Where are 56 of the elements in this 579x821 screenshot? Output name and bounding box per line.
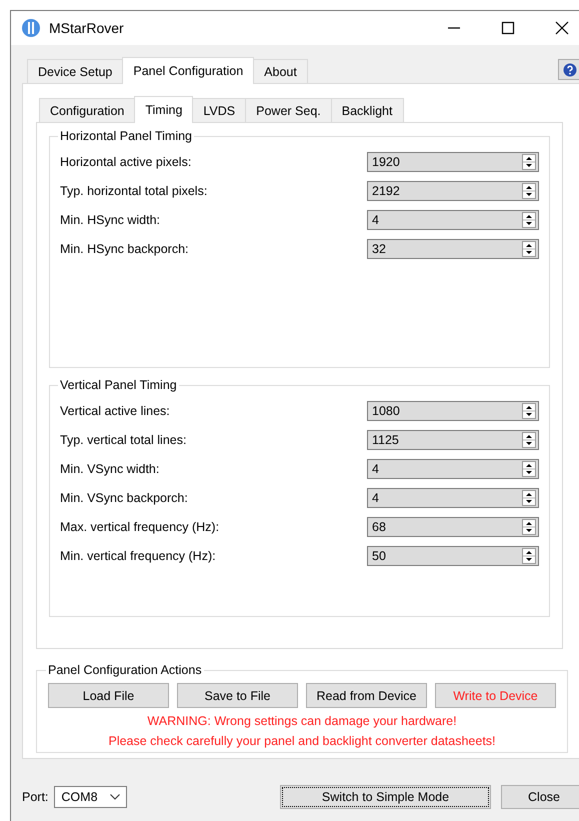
tab[interactable]: Configuration	[39, 98, 136, 122]
field-label: Typ. vertical total lines:	[60, 432, 188, 446]
spin-arrows-icon[interactable]	[522, 460, 536, 476]
spin-arrows-icon[interactable]	[522, 402, 536, 418]
action-button[interactable]: Read from Device	[306, 683, 427, 708]
tab[interactable]: Power Seq.	[245, 98, 332, 122]
spin-arrows-icon[interactable]	[522, 548, 536, 564]
app-logo-icon	[21, 18, 41, 38]
spin-arrows-icon[interactable]	[522, 490, 536, 506]
number-spinbox[interactable]: 1080	[367, 400, 539, 420]
dropdown-caret-icon	[110, 794, 120, 800]
tab[interactable]: Panel Configuration	[122, 57, 254, 84]
number-spinbox[interactable]: 1125	[367, 430, 539, 450]
warning-text: Please check carefully your panel and backlight converter datasheets!	[107, 734, 497, 748]
tab[interactable]: About	[253, 59, 308, 83]
number-spinbox[interactable]: 1920	[367, 152, 539, 172]
action-button[interactable]: Save to File	[177, 683, 298, 708]
tab[interactable]: Timing	[134, 96, 194, 123]
tab[interactable]: Backlight	[330, 98, 404, 122]
footer-button[interactable]: Switch to Simple Mode	[280, 785, 491, 809]
number-spinbox[interactable]: 4	[367, 210, 539, 230]
port-label: Port:	[22, 790, 48, 804]
number-spinbox[interactable]: 32	[367, 238, 539, 258]
group-title: Horizontal Panel Timing	[59, 129, 194, 143]
number-spinbox[interactable]: 4	[367, 488, 539, 508]
warning-text: WARNING: Wrong settings can damage your hardware!	[146, 714, 458, 728]
spin-arrows-icon[interactable]	[522, 212, 536, 228]
spin-arrows-icon[interactable]	[522, 518, 536, 534]
field-label: Min. HSync backporch:	[60, 242, 190, 256]
field-label: Vertical active lines:	[60, 404, 171, 418]
field-label: Horizontal active pixels:	[60, 154, 192, 168]
spin-arrows-icon[interactable]	[522, 240, 536, 256]
field-label: Min. VSync backporch:	[60, 490, 189, 504]
spin-arrows-icon[interactable]	[522, 182, 536, 198]
window-title: MStarRover	[49, 20, 124, 36]
field-label: Min. VSync width:	[60, 462, 160, 476]
spin-arrows-icon[interactable]	[522, 432, 536, 448]
port-dropdown[interactable]: COM8	[54, 786, 128, 808]
close-icon[interactable]	[555, 21, 569, 35]
group-title: Panel Configuration Actions	[47, 663, 203, 677]
field-label: Min. vertical frequency (Hz):	[60, 548, 217, 562]
action-button[interactable]: Load File	[48, 683, 169, 708]
help-button[interactable]	[558, 59, 579, 80]
number-spinbox[interactable]: 4	[367, 458, 539, 478]
field-label: Max. vertical frequency (Hz):	[60, 520, 220, 534]
tab[interactable]: Device Setup	[27, 59, 124, 83]
group-title: Vertical Panel Timing	[59, 378, 178, 392]
number-spinbox[interactable]: 68	[367, 516, 539, 536]
spin-arrows-icon[interactable]	[522, 154, 536, 170]
footer-button[interactable]: Close	[501, 785, 579, 809]
number-spinbox[interactable]: 2192	[367, 180, 539, 200]
tab[interactable]: LVDS	[192, 98, 246, 122]
number-spinbox[interactable]: 50	[367, 546, 539, 566]
field-label: Min. HSync width:	[60, 212, 162, 226]
field-label: Typ. horizontal total pixels:	[60, 184, 208, 198]
maximize-icon[interactable]	[501, 21, 515, 35]
